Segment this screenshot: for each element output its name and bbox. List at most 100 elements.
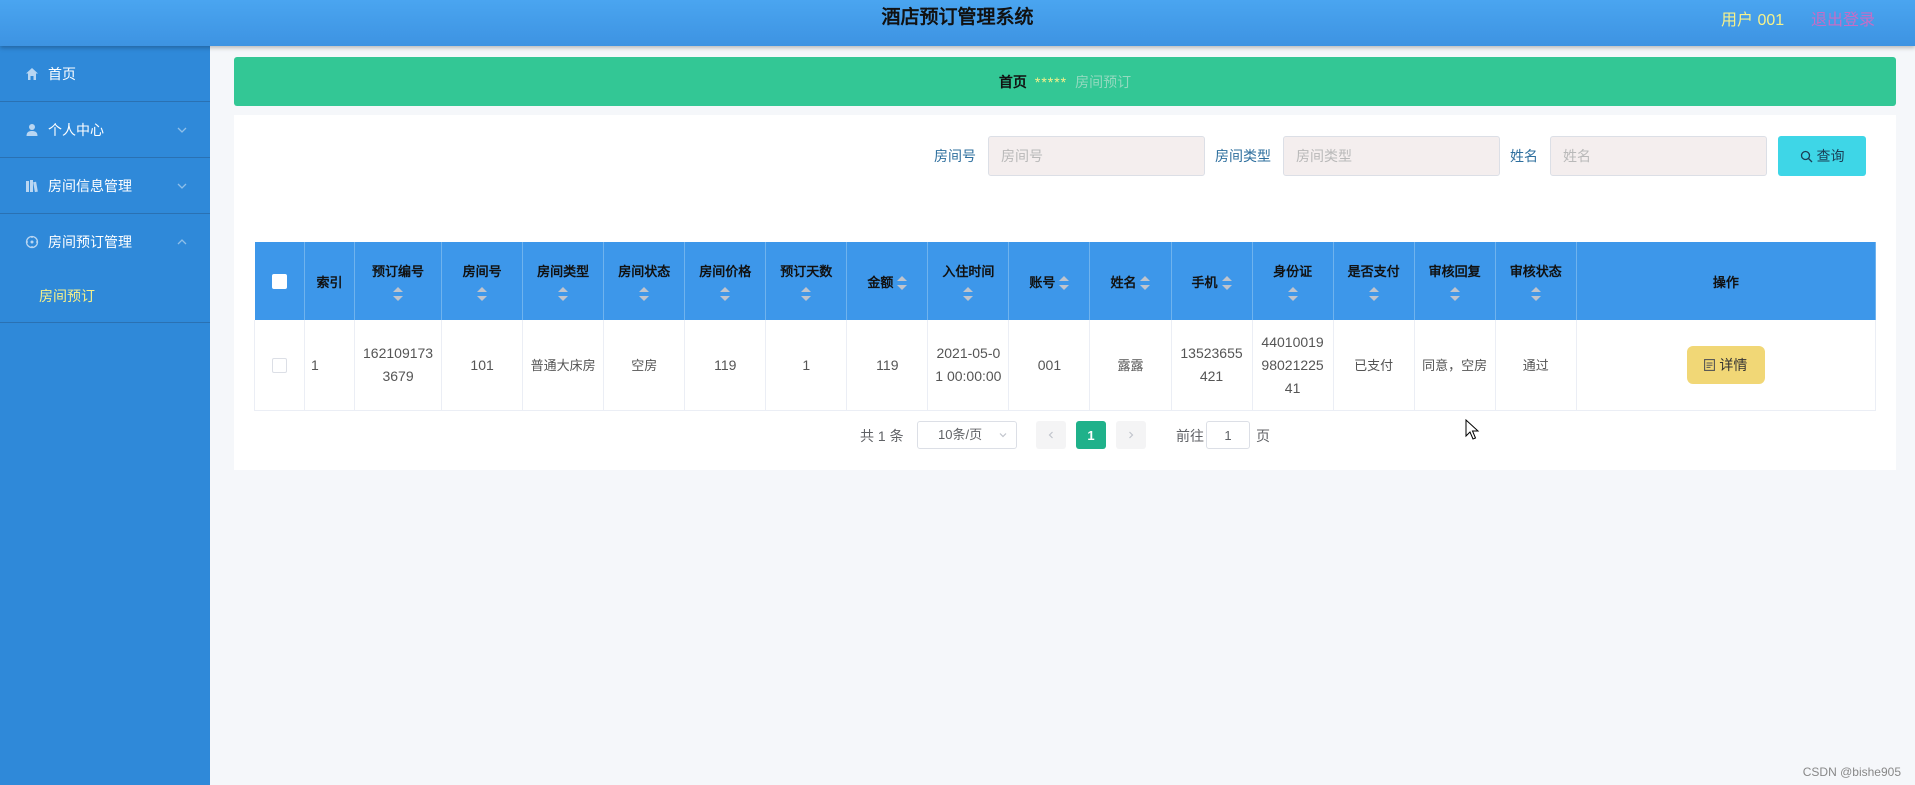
- chevron-right-icon: [1129, 431, 1134, 439]
- sort-icon[interactable]: [558, 287, 569, 302]
- column-header-audit-status[interactable]: 审核状态: [1495, 242, 1577, 320]
- watermark: CSDN @bishe905: [1802, 765, 1901, 779]
- logout-link[interactable]: 退出登录: [1811, 6, 1875, 30]
- sidebar-item-room-info[interactable]: 房间信息管理: [0, 158, 210, 214]
- cell-name: 露露: [1089, 320, 1172, 411]
- sort-icon[interactable]: [1059, 276, 1070, 291]
- sort-icon[interactable]: [393, 287, 404, 302]
- column-header-room-type[interactable]: 房间类型: [522, 242, 605, 320]
- chevron-down-icon: [999, 433, 1007, 438]
- column-header-room-no[interactable]: 房间号: [441, 242, 524, 320]
- room-type-input[interactable]: [1283, 136, 1500, 176]
- page-number-current[interactable]: 1: [1076, 421, 1106, 449]
- sidebar-item-room-booking[interactable]: 房间预订管理: [0, 214, 210, 270]
- name-input[interactable]: [1550, 136, 1767, 176]
- prev-page-button[interactable]: [1036, 421, 1066, 449]
- room-type-label: 房间类型: [1215, 148, 1271, 164]
- column-header-booking-days[interactable]: 预订天数: [765, 242, 848, 320]
- books-icon: [24, 178, 40, 194]
- sort-icon[interactable]: [1368, 287, 1379, 302]
- user-icon: [24, 122, 40, 138]
- sort-icon[interactable]: [1530, 287, 1541, 302]
- detail-button-label: 详情: [1719, 357, 1748, 373]
- sidebar: 首页 个人中心 房间信息管理 房间预订管理 房间预订: [0, 46, 210, 785]
- sort-icon[interactable]: [801, 287, 812, 302]
- sort-icon[interactable]: [1221, 276, 1232, 291]
- home-icon: [24, 66, 40, 82]
- cell-audit-reply: 同意，空房: [1414, 320, 1496, 411]
- sidebar-item-personal-center[interactable]: 个人中心: [0, 102, 210, 158]
- cell-audit-status: 通过: [1495, 320, 1577, 411]
- column-header-paid[interactable]: 是否支付: [1333, 242, 1415, 320]
- column-header-checkin-time[interactable]: 入住时间: [927, 242, 1010, 320]
- chevron-down-icon: [177, 183, 187, 189]
- cell-amount: 119: [846, 320, 929, 411]
- cell-account: 001: [1008, 320, 1091, 411]
- column-header-phone[interactable]: 手机: [1171, 242, 1253, 320]
- search-icon: [1800, 150, 1812, 162]
- goto-prefix: 前往: [1176, 428, 1204, 444]
- cell-phone: 13523655421: [1171, 320, 1253, 411]
- cell-action: 详情: [1576, 320, 1877, 411]
- search-button[interactable]: 查询: [1778, 136, 1866, 176]
- column-header-booking-no[interactable]: 预订编号: [354, 242, 443, 320]
- compass-icon: [24, 234, 40, 250]
- breadcrumb-current: 房间预订: [1075, 73, 1132, 90]
- mouse-cursor-icon: [1465, 419, 1480, 440]
- sort-icon[interactable]: [963, 287, 974, 302]
- cell-room-no: 101: [441, 320, 524, 411]
- table-row: 1 1621091733679 101 普通大床房 空房 119 1 119 2…: [253, 320, 1877, 411]
- column-header-account[interactable]: 账号: [1008, 242, 1091, 320]
- cell-checkin-time: 2021-05-01 00:00:00: [927, 320, 1010, 411]
- sidebar-subitem-room-booking[interactable]: 房间预订: [0, 270, 210, 323]
- sidebar-item-label: 首页: [48, 65, 76, 82]
- cell-price: 119: [684, 320, 767, 411]
- column-header-audit-reply[interactable]: 审核回复: [1414, 242, 1496, 320]
- pagination: 共 1 条 10条/页 1 前往 页: [234, 421, 1896, 451]
- select-all-checkbox[interactable]: [271, 274, 287, 290]
- sort-icon[interactable]: [720, 287, 731, 302]
- sidebar-item-label: 房间预订管理: [48, 234, 132, 250]
- sort-icon[interactable]: [1140, 276, 1151, 291]
- row-checkbox[interactable]: [272, 358, 287, 374]
- sidebar-item-label: 房间信息管理: [48, 177, 132, 194]
- search-button-label: 查询: [1816, 148, 1845, 164]
- breadcrumb-home[interactable]: 首页: [999, 72, 1027, 92]
- sort-icon[interactable]: [1449, 287, 1460, 302]
- sort-icon[interactable]: [477, 287, 488, 302]
- sort-icon[interactable]: [1287, 287, 1298, 302]
- app-title: 酒店预订管理系统: [881, 7, 1034, 28]
- goto-page-input[interactable]: [1206, 421, 1250, 449]
- booking-table: 索引 预订编号 房间号 房间类型 房间状态 房间价格 预订天数 金额 入住时间 …: [253, 242, 1877, 411]
- room-no-input[interactable]: [988, 136, 1205, 176]
- sidebar-item-home[interactable]: 首页: [0, 46, 210, 102]
- sidebar-item-label: 个人中心: [48, 121, 104, 138]
- column-header-name[interactable]: 姓名: [1089, 242, 1172, 320]
- column-header-index: 索引: [304, 242, 356, 320]
- column-header-action: 操作: [1576, 242, 1877, 320]
- content-panel: 房间号 房间类型 姓名 查询 索引 预订编号 房间号 房间类型 房间状态 房间价…: [234, 115, 1896, 470]
- column-header-id-card[interactable]: 身份证: [1252, 242, 1334, 320]
- goto-suffix: 页: [1256, 428, 1270, 444]
- select-all-cell: [254, 242, 306, 320]
- column-header-room-status[interactable]: 房间状态: [603, 242, 686, 320]
- sort-icon[interactable]: [639, 287, 650, 302]
- sort-icon[interactable]: [897, 276, 908, 291]
- breadcrumb: 首页 ***** 房间预订: [234, 57, 1896, 106]
- cell-room-status: 空房: [603, 320, 686, 411]
- chevron-left-icon: [1048, 431, 1053, 439]
- column-header-room-price[interactable]: 房间价格: [684, 242, 767, 320]
- chevron-up-icon: [177, 239, 187, 245]
- cell-room-type: 普通大床房: [522, 320, 605, 411]
- document-icon: [1704, 359, 1716, 371]
- cell-id-card: 440100199802122541: [1252, 320, 1334, 411]
- column-header-amount[interactable]: 金额: [846, 242, 929, 320]
- top-header: 酒店预订管理系统 用户 001 退出登录: [0, 0, 1915, 46]
- cell-booking-no: 1621091733679: [354, 320, 443, 411]
- row-select-cell: [253, 320, 306, 411]
- page-size-select[interactable]: 10条/页: [917, 421, 1017, 449]
- pagination-total: 共 1 条: [860, 428, 904, 444]
- next-page-button[interactable]: [1116, 421, 1146, 449]
- detail-button[interactable]: 详情: [1686, 346, 1765, 384]
- breadcrumb-separator: *****: [1034, 73, 1068, 90]
